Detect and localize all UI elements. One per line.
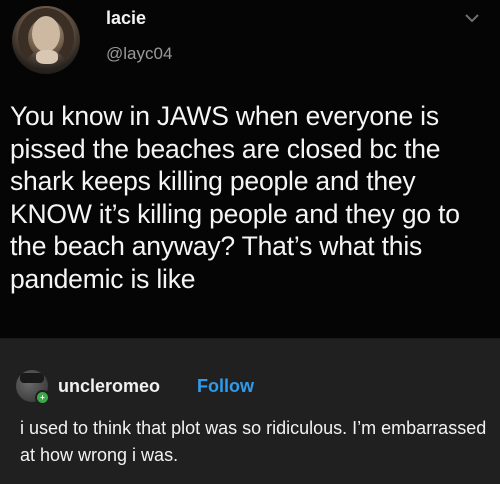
avatar[interactable] [12, 6, 80, 74]
reply-card: + uncleromeo Follow i used to think that… [0, 339, 500, 484]
verified-badge-icon: + [35, 390, 50, 405]
follow-button[interactable]: Follow [197, 376, 254, 397]
chevron-down-icon[interactable] [462, 8, 482, 28]
avatar-hand [36, 50, 58, 64]
tweet-text: You know in JAWS when everyone is pissed… [10, 101, 460, 294]
user-handle[interactable]: @layc04 [106, 44, 172, 64]
reply-text: i used to think that plot was so ridicul… [20, 418, 487, 465]
reply-username[interactable]: uncleromeo [58, 376, 160, 397]
tweet-card: lacie @layc04 You know in JAWS when ever… [0, 0, 500, 338]
display-name[interactable]: lacie [106, 8, 146, 29]
avatar-face [32, 16, 60, 52]
avatar-hat [20, 373, 44, 383]
